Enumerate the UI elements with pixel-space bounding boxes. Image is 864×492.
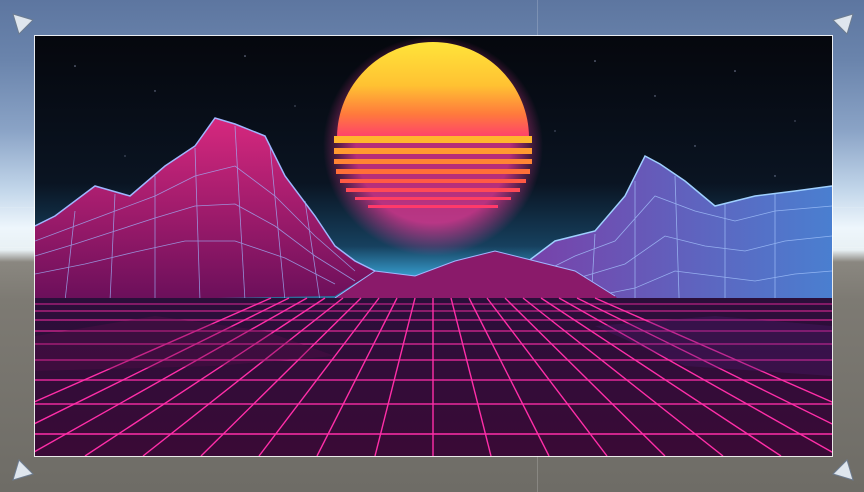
resize-handle-top-right[interactable] <box>831 12 855 36</box>
canvas-image[interactable] <box>34 35 833 457</box>
resize-handle-top-left[interactable] <box>11 12 35 36</box>
resize-handle-bottom-right[interactable] <box>831 458 855 482</box>
resize-handle-bottom-left[interactable] <box>11 458 35 482</box>
scene-view[interactable] <box>0 0 864 492</box>
